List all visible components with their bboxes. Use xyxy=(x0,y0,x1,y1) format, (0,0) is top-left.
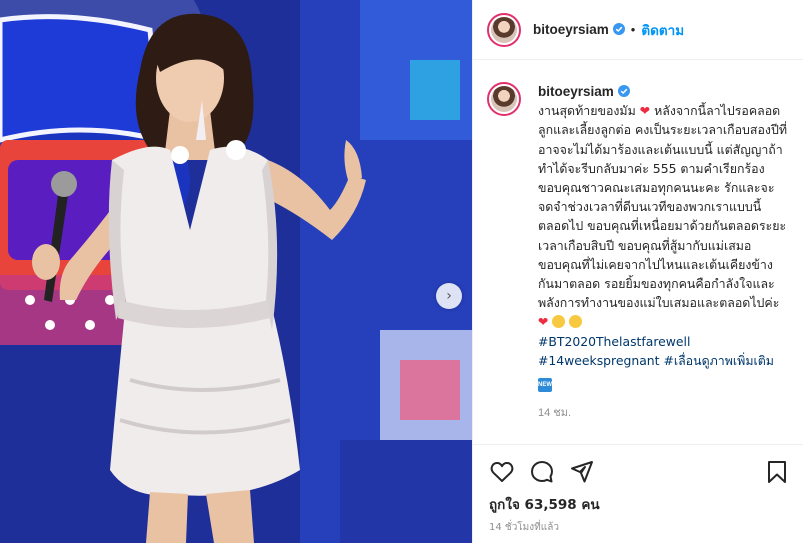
caption-text-part-1: งานสุดท้ายของมัม xyxy=(538,103,636,119)
caption-username[interactable]: bitoeyrsiam xyxy=(538,84,630,99)
share-icon[interactable] xyxy=(569,459,595,485)
next-photo-button[interactable]: › xyxy=(436,283,462,309)
disappointed-face-emoji xyxy=(552,315,566,329)
hashtag-link[interactable]: #14weekspregnant xyxy=(538,353,660,368)
likes-count[interactable]: ถูกใจ 63,598 คน xyxy=(489,493,600,515)
author-avatar[interactable] xyxy=(487,12,521,47)
stage-photo-illustration xyxy=(0,0,472,543)
follow-button[interactable]: ติดตาม xyxy=(641,19,684,41)
verified-badge-icon xyxy=(612,23,625,35)
verified-badge-icon xyxy=(617,85,630,97)
post-panel: bitoeyrsiam • ติดตาม bitoeyrsiam งานสุดท… xyxy=(472,0,803,543)
post-actions: ถูกใจ 63,598 คน 14 ชั่วโมงที่แล้ว xyxy=(473,444,803,543)
hashtag-link[interactable]: #BT2020Thelastfarewell xyxy=(538,334,690,349)
next-arrow-icon: › xyxy=(446,288,452,304)
instagram-post: › bitoeyrsiam • ติดตาม bitoeyrsiam งานสุ… xyxy=(0,0,803,543)
red-heart-emoji: ❤ xyxy=(639,103,651,119)
heart-outline-icon[interactable] xyxy=(489,459,515,485)
caption-body: bitoeyrsiam งานสุดท้ายของมัม ❤ หลังจากนี… xyxy=(538,82,788,423)
crying-face-emoji xyxy=(569,315,583,329)
caption-area: bitoeyrsiam งานสุดท้ายของมัม ❤ หลังจากนี… xyxy=(473,60,803,444)
post-photo[interactable]: › xyxy=(0,0,472,543)
header-separator: • xyxy=(630,22,636,37)
hashtag-link[interactable]: #เลื่อนดูภาพเพิ่มเติม xyxy=(663,353,773,368)
post-header: bitoeyrsiam • ติดตาม xyxy=(473,0,803,60)
action-icons-row xyxy=(489,459,790,485)
author-username[interactable]: bitoeyrsiam xyxy=(533,22,625,37)
caption-row: bitoeyrsiam งานสุดท้ายของมัม ❤ หลังจากนี… xyxy=(487,82,788,423)
caption-timestamp[interactable]: 14 ชม. xyxy=(538,404,788,423)
bookmark-icon[interactable] xyxy=(764,459,790,485)
comment-icon[interactable] xyxy=(529,459,555,485)
caption-author-avatar[interactable] xyxy=(487,82,521,116)
caption-text-part-2: หลังจากนี้ลาไปรอคลอดลูกและเลี้ยงลูกต่อ ค… xyxy=(538,103,787,311)
new-button-emoji: NEW xyxy=(538,378,552,393)
red-heart-emoji: ❤ xyxy=(538,314,549,330)
post-timestamp[interactable]: 14 ชั่วโมงที่แล้ว xyxy=(489,520,559,535)
